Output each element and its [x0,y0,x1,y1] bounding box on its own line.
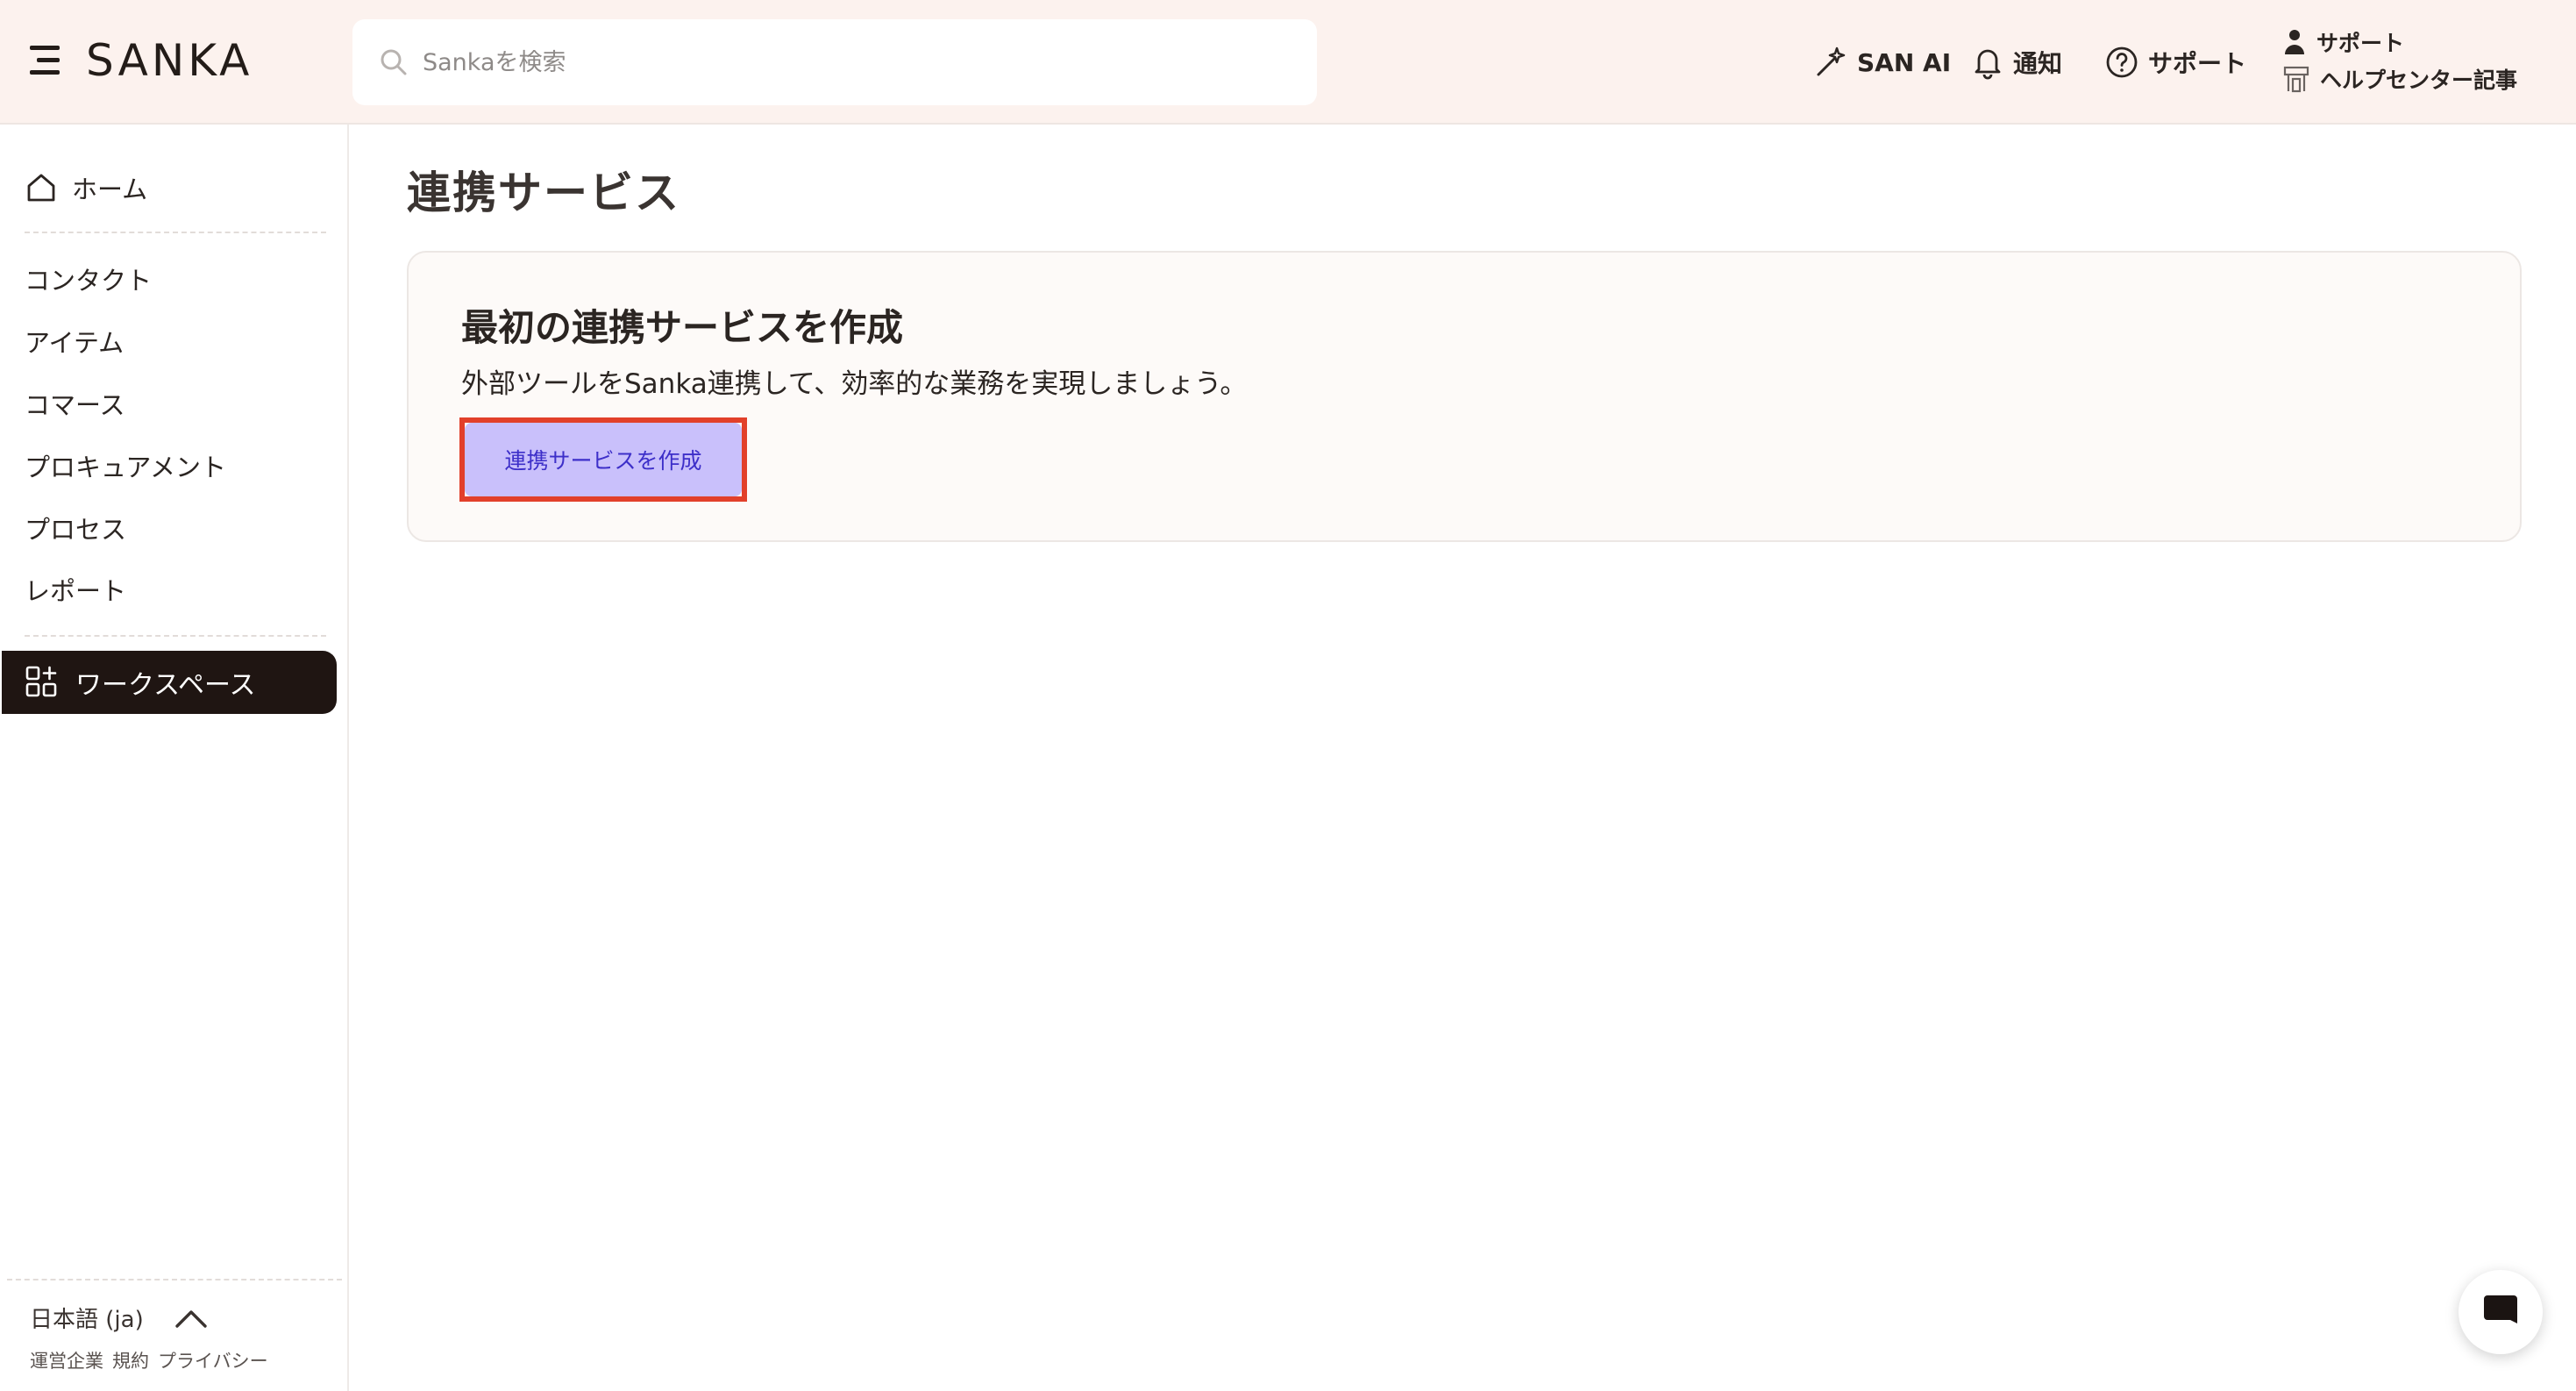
sidebar-divider [25,635,326,637]
notifications-button[interactable]: 通知 [1971,40,2062,84]
chevron-up-icon [175,1309,207,1328]
hamburger-icon[interactable] [30,42,65,79]
sidebar-item-contacts[interactable]: コンタクト [25,254,152,303]
search-icon [381,49,407,75]
sidebar-item-commerce[interactable]: コマース [25,379,125,428]
language-label: 日本語 (ja) [30,1307,144,1333]
storefront-icon [2283,66,2309,93]
empty-state-card: 最初の連携サービスを作成 外部ツールをSanka連携して、効率的な業務を実現しま… [407,251,2522,542]
bell-icon [1975,49,2001,80]
support-menu: サポート ヘルプセンター記事 [2283,25,2546,98]
language-selector[interactable]: 日本語 (ja) [30,1302,209,1334]
top-header: SANKA SAN AI 通知 サポート [0,0,2576,125]
chat-bubble-icon [2484,1295,2517,1323]
sidebar-item-label: レポート [25,576,127,606]
sidebar-item-label: コンタクト [25,266,153,296]
support-link[interactable]: サポート [2283,25,2404,60]
sidebar-item-process[interactable]: プロセス [25,503,126,553]
card-title: 最初の連携サービスを作成 [461,306,904,349]
san-ai-label: SAN AI [1857,47,1952,77]
sidebar-item-label: コマース [25,390,125,420]
sidebar-item-reports[interactable]: レポート [25,565,126,614]
person-icon [2285,30,2304,54]
san-ai-button[interactable]: SAN AI [1813,40,1951,84]
support-link-label: サポート [2316,31,2405,56]
sidebar-item-home[interactable]: ホーム [25,163,147,212]
footer-link-privacy[interactable]: プライバシー [158,1347,268,1373]
sidebar-divider [25,232,326,233]
sidebar-item-label: ホーム [72,175,148,204]
sidebar-item-label: ワークスペース [75,670,256,701]
home-icon [27,174,55,202]
sidebar-item-label: アイテム [25,328,125,358]
sidebar-item-label: プロセス [25,515,127,545]
search-bar[interactable] [352,19,1317,105]
help-center-link[interactable]: ヘルプセンター記事 [2283,61,2517,96]
sidebar-footer-divider [7,1279,342,1280]
sidebar-item-workspace[interactable]: ワークスペース [2,651,337,714]
notifications-label: 通知 [2013,49,2063,78]
sidebar-item-label: プロキュアメント [25,453,226,482]
support-label: サポート [2148,49,2247,78]
question-circle-icon [2106,46,2138,78]
search-input[interactable] [423,48,1264,76]
page-title: 連携サービス [407,168,680,218]
sidebar-item-procurement[interactable]: プロキュアメント [25,441,226,490]
support-button[interactable]: サポート [2104,40,2246,84]
footer-link-company[interactable]: 運営企業 [30,1347,103,1373]
chat-launcher[interactable] [2459,1270,2543,1354]
sidebar-item-items[interactable]: アイテム [25,317,124,366]
footer-link-terms[interactable]: 規約 [112,1347,149,1373]
create-integration-button[interactable]: 連携サービスを作成 [465,423,742,496]
brand-logo[interactable]: SANKA [86,35,253,86]
help-center-label: ヘルプセンター記事 [2320,68,2518,93]
grid-plus-icon [25,666,57,697]
sidebar: ホーム コンタクト アイテム コマース プロキュアメント プロセス レポート ワ… [0,125,349,1391]
footer-links: 運営企業 規約 プライバシー [30,1347,268,1373]
card-description: 外部ツールをSanka連携して、効率的な業務を実現しましょう。 [461,368,1248,400]
magic-wand-icon [1817,46,1846,76]
